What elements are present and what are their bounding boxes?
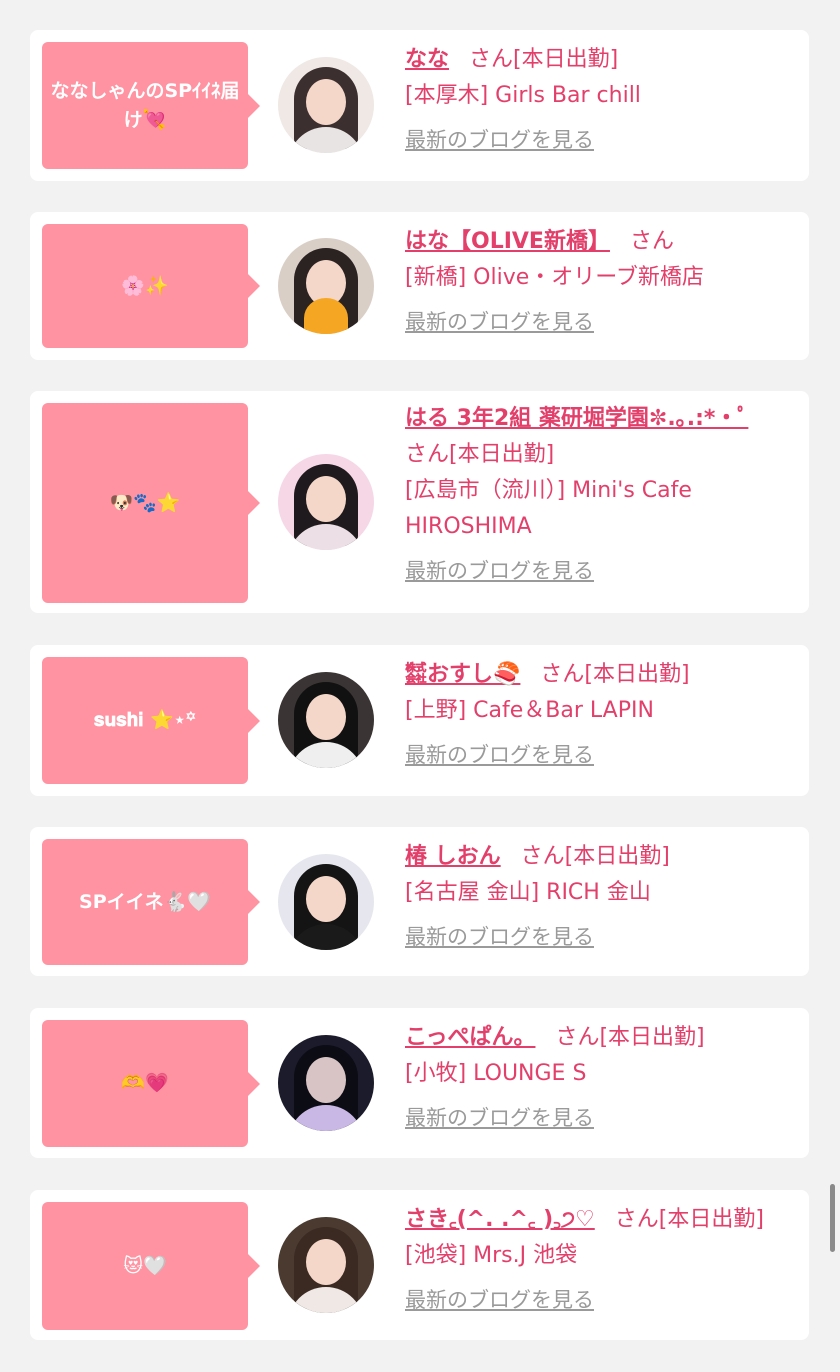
shop-text: [池袋] Mrs.J 池袋 xyxy=(405,1243,578,1268)
shop-text: [本厚木] Girls Bar chill xyxy=(405,83,641,108)
blog-card: 𝐬𝐮𝐬𝐡𝐢 ⭐⋆꙳ ㍿おすし🍣 さん[本日出勤] [上野] Cafe＆Bar LA… xyxy=(30,645,809,796)
status-text: さん xyxy=(629,229,674,254)
card-info: なな さん[本日出勤] [本厚木] Girls Bar chill 最新のブログを… xyxy=(405,42,789,158)
card-info: 椿 しおん さん[本日出勤] [名古屋 金山] RICH 金山 最新のブログを見る xyxy=(405,839,789,955)
avatar[interactable] xyxy=(278,1035,374,1131)
girl-name-link[interactable]: 椿 しおん xyxy=(405,844,501,869)
latest-blog-link[interactable]: 最新のブログを見る xyxy=(405,122,789,158)
latest-blog-link[interactable]: 最新のブログを見る xyxy=(405,553,789,589)
shop-text: [名古屋 金山] RICH 金山 xyxy=(405,880,651,905)
shop-text: [上野] Cafe＆Bar LAPIN xyxy=(405,698,654,723)
latest-blog-link[interactable]: 最新のブログを見る xyxy=(405,737,789,773)
message-bubble: 😻🤍 xyxy=(42,1202,260,1330)
blog-card: 🫶💗 こっぺぱん。 さん[本日出勤] [小牧] LOUNGE S 最新のブログを見… xyxy=(30,1008,809,1158)
status-text: さん[本日出勤] xyxy=(520,844,670,869)
shop-text: [小牧] LOUNGE S xyxy=(405,1061,587,1086)
avatar[interactable] xyxy=(278,854,374,950)
girl-name-link[interactable]: さき꜀(^. .^꜀ )꜆੭♡ xyxy=(405,1207,595,1232)
status-text: さん[本日出勤] xyxy=(555,1025,705,1050)
message-bubble: ななしゃんのSPｲｲﾈ届け💘 xyxy=(42,42,260,169)
avatar[interactable] xyxy=(278,454,374,550)
message-text: SPイイネ🐇🤍 xyxy=(79,890,211,913)
status-text: さん[本日出勤] xyxy=(614,1207,764,1232)
latest-blog-link[interactable]: 最新のブログを見る xyxy=(405,919,789,955)
girl-name-link[interactable]: はな【OLIVE新橋】 xyxy=(405,229,610,254)
message-text: 😻🤍 xyxy=(123,1254,167,1277)
girl-name-link[interactable]: ㍿おすし🍣 xyxy=(405,662,520,687)
shop-text: [新橋] Olive・オリーブ新橋店 xyxy=(405,265,704,290)
latest-blog-link[interactable]: 最新のブログを見る xyxy=(405,1100,789,1136)
card-info: ㍿おすし🍣 さん[本日出勤] [上野] Cafe＆Bar LAPIN 最新のブログ… xyxy=(405,657,789,773)
blog-card: SPイイネ🐇🤍 椿 しおん さん[本日出勤] [名古屋 金山] RICH 金山 最… xyxy=(30,827,809,976)
card-info: こっぺぱん。 さん[本日出勤] [小牧] LOUNGE S 最新のブログを見る xyxy=(405,1020,789,1136)
shop-text: [広島市（流川）] Mini's Cafe xyxy=(405,478,692,503)
card-info: はな【OLIVE新橋】 さん [新橋] Olive・オリーブ新橋店 最新のブログを… xyxy=(405,224,789,340)
girl-name-link[interactable]: こっぺぱん。 xyxy=(405,1025,535,1050)
avatar[interactable] xyxy=(278,672,374,768)
message-bubble: 🐶🐾⭐ xyxy=(42,403,260,603)
message-bubble: 🌸✨ xyxy=(42,224,260,348)
avatar[interactable] xyxy=(278,57,374,153)
latest-blog-link[interactable]: 最新のブログを見る xyxy=(405,1282,789,1318)
avatar[interactable] xyxy=(278,1217,374,1313)
card-info: はる 3年2組 薬研堀学園✼.｡.:*・ﾟ さん[本日出勤] [広島市（流川）]… xyxy=(405,401,789,589)
girl-name-link[interactable]: なな xyxy=(405,47,449,72)
status-text: さん[本日出勤] xyxy=(405,442,555,467)
status-text: さん[本日出勤] xyxy=(540,662,690,687)
message-bubble: 𝐬𝐮𝐬𝐡𝐢 ⭐⋆꙳ xyxy=(42,657,260,784)
blog-card: 🐶🐾⭐ はる 3年2組 薬研堀学園✼.｡.:*・ﾟ さん[本日出勤] [広島市（… xyxy=(30,391,809,613)
girl-name-link[interactable]: はる 3年2組 薬研堀学園✼.｡.:*・ﾟ xyxy=(405,406,748,431)
card-info: さき꜀(^. .^꜀ )꜆੭♡ さん[本日出勤] [池袋] Mrs.J 池袋 最新… xyxy=(405,1202,789,1318)
message-text: 🌸✨ xyxy=(121,274,169,297)
message-text: 🫶💗 xyxy=(121,1072,169,1095)
message-text: 𝐬𝐮𝐬𝐡𝐢 ⭐⋆꙳ xyxy=(93,709,197,732)
status-text: さん[本日出勤] xyxy=(469,47,619,72)
message-bubble: 🫶💗 xyxy=(42,1020,260,1147)
blog-card: 😻🤍 さき꜀(^. .^꜀ )꜆੭♡ さん[本日出勤] [池袋] Mrs.J 池袋… xyxy=(30,1190,809,1340)
message-text: ななしゃんのSPｲｲﾈ届け💘 xyxy=(50,80,240,131)
blog-card: 🌸✨ はな【OLIVE新橋】 さん [新橋] Olive・オリーブ新橋店 最新のブ… xyxy=(30,212,809,360)
scrollbar[interactable] xyxy=(830,1184,835,1252)
message-bubble: SPイイネ🐇🤍 xyxy=(42,839,260,965)
latest-blog-link[interactable]: 最新のブログを見る xyxy=(405,304,789,340)
avatar[interactable] xyxy=(278,238,374,334)
blog-card: ななしゃんのSPｲｲﾈ届け💘 なな さん[本日出勤] [本厚木] Girls Ba… xyxy=(30,30,809,181)
message-text: 🐶🐾⭐ xyxy=(109,491,181,514)
shop-text-line2: HIROSHIMA xyxy=(405,514,532,539)
